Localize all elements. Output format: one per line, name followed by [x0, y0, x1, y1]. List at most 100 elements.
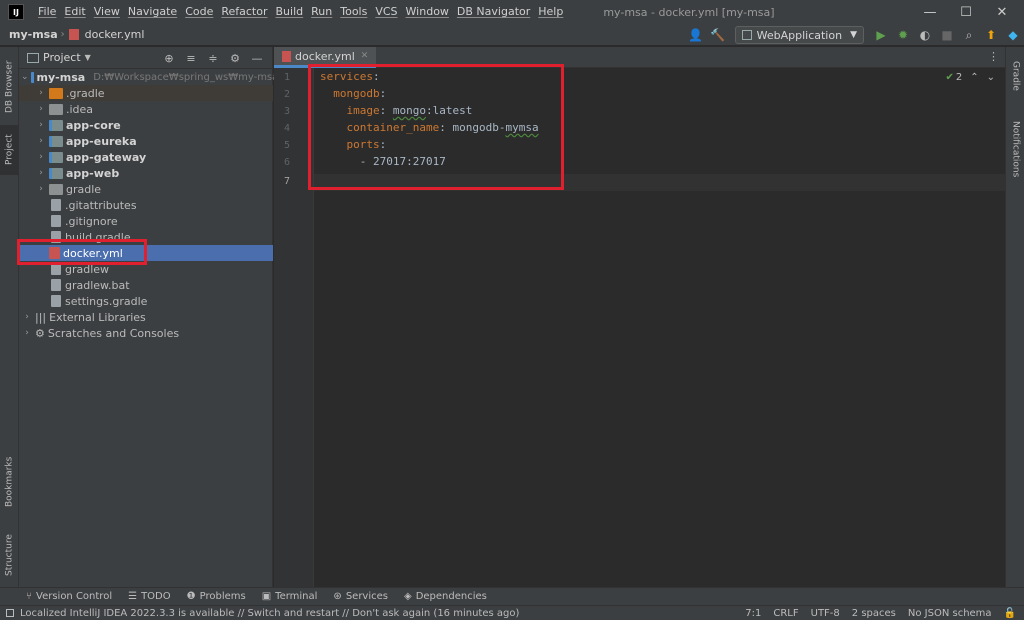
- close-tab-icon[interactable]: ✕: [361, 51, 369, 61]
- minimize-button[interactable]: —: [912, 0, 948, 24]
- chevron-right-icon[interactable]: ›: [35, 104, 47, 114]
- more-options-icon[interactable]: ⋮: [988, 50, 999, 63]
- gradle-file-icon: [51, 295, 61, 307]
- menu-tools[interactable]: Tools: [336, 0, 371, 24]
- tree-item-my-msa[interactable]: ⌄ my-msa D:₩Workspace₩spring_ws₩my-msa: [19, 69, 278, 85]
- chevron-down-icon[interactable]: ⌄: [987, 72, 995, 83]
- tree-item-gitignore[interactable]: .gitignore: [19, 213, 273, 229]
- inspection-widget[interactable]: ✔ 2 ⌃ ⌄: [945, 72, 995, 83]
- project-panel-title[interactable]: Project: [43, 51, 81, 64]
- tree-item-settings-gradle[interactable]: settings.gradle: [19, 293, 273, 309]
- tree-item-external-libraries[interactable]: › ||| External Libraries: [19, 309, 273, 325]
- line-number: 5: [283, 140, 290, 151]
- yaml-file-icon: [282, 50, 291, 62]
- search-icon[interactable]: ⌕: [958, 24, 980, 46]
- locate-file-icon[interactable]: ⊕: [158, 52, 180, 65]
- menu-refactor[interactable]: Refactor: [217, 0, 271, 24]
- line-number: 1: [283, 72, 290, 83]
- chevron-down-icon[interactable]: ▼: [85, 53, 91, 62]
- bottom-tool-bar: ⑂ Version Control ☰ TODO ❶ Problems ▣ Termin…: [0, 587, 1024, 605]
- tree-item-idea[interactable]: › .idea: [19, 101, 273, 117]
- json-schema[interactable]: No JSON schema: [908, 608, 992, 619]
- breadcrumb-project[interactable]: my-msa: [6, 28, 61, 41]
- tool-terminal[interactable]: ▣ Terminal: [262, 591, 318, 602]
- tree-item-label: .gitattributes: [65, 198, 137, 212]
- menu-run[interactable]: Run: [307, 0, 336, 24]
- chevron-right-icon[interactable]: ›: [21, 312, 33, 322]
- menu-view[interactable]: View: [90, 0, 124, 24]
- tree-item-gradle[interactable]: › gradle: [19, 181, 273, 197]
- tab-notifications[interactable]: Notifications: [1006, 109, 1024, 189]
- debug-icon[interactable]: ✹: [892, 24, 914, 46]
- menu-file[interactable]: File: [34, 0, 60, 24]
- tab-bookmarks[interactable]: Bookmarks: [0, 447, 19, 517]
- tool-dependencies[interactable]: ◈ Dependencies: [404, 591, 487, 602]
- line-number: 4: [283, 123, 290, 134]
- file-encoding[interactable]: UTF-8: [811, 608, 840, 619]
- build-hammer-icon[interactable]: 🔨: [707, 24, 729, 46]
- chevron-right-icon[interactable]: ›: [35, 152, 47, 162]
- menu-window[interactable]: Window: [402, 0, 453, 24]
- tree-item-app-web[interactable]: › app-web: [19, 165, 273, 181]
- caret-position[interactable]: 7:1: [745, 608, 761, 619]
- status-message[interactable]: Localized IntelliJ IDEA 2022.3.3 is avai…: [6, 608, 519, 619]
- run-configuration-select[interactable]: WebApplication ▼: [734, 26, 864, 44]
- tree-item-gitattributes[interactable]: .gitattributes: [19, 197, 273, 213]
- chevron-right-icon[interactable]: ›: [35, 88, 47, 98]
- chevron-up-icon[interactable]: ⌃: [970, 72, 978, 83]
- run-config-icon: [741, 30, 752, 40]
- chevron-right-icon[interactable]: ›: [21, 328, 33, 338]
- plugin-logo-icon[interactable]: ◆: [1002, 24, 1024, 46]
- main-toolbar: 👤 🔨 WebApplication ▼ ▶ ✹ ◐ ■ ⌕ ⬆ ◆: [685, 24, 1024, 46]
- tab-structure[interactable]: Structure: [0, 525, 19, 585]
- scratches-icon: ⚙: [35, 326, 45, 340]
- tab-db-browser[interactable]: DB Browser: [0, 51, 19, 123]
- tool-problems[interactable]: ❶ Problems: [187, 591, 246, 602]
- text-file-icon: [51, 279, 61, 291]
- menu-edit[interactable]: Edit: [60, 0, 89, 24]
- tree-item-label: app-web: [66, 166, 120, 180]
- module-folder-icon: [30, 71, 34, 83]
- menu-navigate[interactable]: Navigate: [124, 0, 181, 24]
- folder-icon: [49, 87, 63, 99]
- maximize-button[interactable]: ☐: [948, 0, 984, 24]
- tree-item-label: External Libraries: [49, 310, 146, 324]
- tree-item-app-core[interactable]: › app-core: [19, 117, 273, 133]
- tab-project[interactable]: Project: [0, 125, 19, 175]
- account-icon[interactable]: 👤: [685, 24, 707, 46]
- tab-gradle[interactable]: Gradle: [1006, 51, 1024, 101]
- chevron-down-icon[interactable]: ⌄: [21, 72, 29, 82]
- hide-panel-icon[interactable]: —: [246, 52, 268, 65]
- chevron-right-icon[interactable]: ›: [35, 136, 47, 146]
- line-separator[interactable]: CRLF: [773, 608, 798, 619]
- settings-gear-icon[interactable]: ⚙: [224, 52, 246, 65]
- menu-build[interactable]: Build: [272, 0, 308, 24]
- stop-icon[interactable]: ■: [936, 24, 958, 46]
- indent-setting[interactable]: 2 spaces: [852, 608, 896, 619]
- tree-item-label: app-core: [66, 118, 121, 132]
- collapse-all-icon[interactable]: ≑: [202, 52, 224, 65]
- chevron-right-icon[interactable]: ›: [35, 184, 47, 194]
- tree-item-gradlew-bat[interactable]: gradlew.bat: [19, 277, 273, 293]
- lock-icon[interactable]: 🔓: [1004, 608, 1016, 619]
- close-window-button[interactable]: ✕: [984, 0, 1020, 24]
- tree-item-scratches[interactable]: › ⚙ Scratches and Consoles: [19, 325, 273, 341]
- tree-item-app-eureka[interactable]: › app-eureka: [19, 133, 273, 149]
- menu-help[interactable]: Help: [534, 0, 567, 24]
- update-icon[interactable]: ⬆: [980, 24, 1002, 46]
- tree-item-gradle-dir[interactable]: › .gradle: [19, 85, 273, 101]
- breadcrumb-file[interactable]: docker.yml: [82, 28, 148, 41]
- chevron-right-icon[interactable]: ›: [35, 120, 47, 130]
- menu-db-navigator[interactable]: DB Navigator: [453, 0, 534, 24]
- tool-version-control[interactable]: ⑂ Version Control: [26, 591, 112, 602]
- chevron-right-icon[interactable]: ›: [35, 168, 47, 178]
- tool-todo[interactable]: ☰ TODO: [128, 591, 171, 602]
- tool-services[interactable]: ⊛ Services: [333, 591, 388, 602]
- menu-vcs[interactable]: VCS: [371, 0, 401, 24]
- expand-all-icon[interactable]: ≡: [180, 52, 202, 65]
- run-icon[interactable]: ▶: [870, 24, 892, 46]
- tree-item-app-gateway[interactable]: › app-gateway: [19, 149, 273, 165]
- tree-item-label: .gradle: [66, 86, 105, 100]
- coverage-icon[interactable]: ◐: [914, 24, 936, 46]
- menu-code[interactable]: Code: [181, 0, 217, 24]
